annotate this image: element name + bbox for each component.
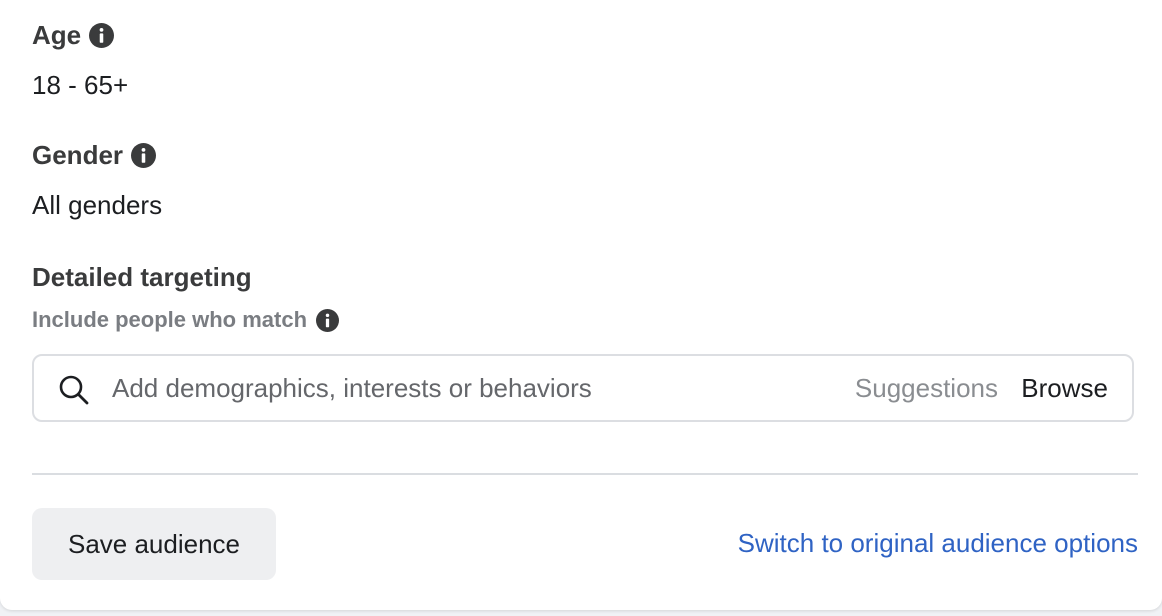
save-audience-button[interactable]: Save audience [32,508,276,580]
age-value: 18 - 65+ [32,70,129,100]
switch-to-original-audience-link[interactable]: Switch to original audience options [738,528,1138,559]
audience-card: Age 18 - 65+ Gender All genders Detailed… [0,0,1162,610]
include-people-label-text: Include people who match [32,307,308,332]
suggestions-link[interactable]: Suggestions [855,373,998,404]
search-icon [58,374,90,406]
detailed-targeting-label: Detailed targeting [32,262,252,293]
gender-label: Gender [32,140,157,171]
gender-value: All genders [32,190,163,220]
detailed-targeting-search-input[interactable] [112,368,812,408]
browse-link[interactable]: Browse [1021,373,1108,404]
include-people-label: Include people who match [32,307,340,333]
divider [32,473,1138,475]
info-icon[interactable] [131,143,157,168]
gender-label-text: Gender [32,140,124,170]
detailed-targeting-search-box[interactable]: Suggestions Browse [32,354,1134,422]
info-icon[interactable] [89,23,115,48]
age-label-text: Age [32,20,82,50]
detailed-targeting-label-text: Detailed targeting [32,262,252,292]
info-icon[interactable] [315,308,340,333]
age-label: Age [32,20,115,51]
